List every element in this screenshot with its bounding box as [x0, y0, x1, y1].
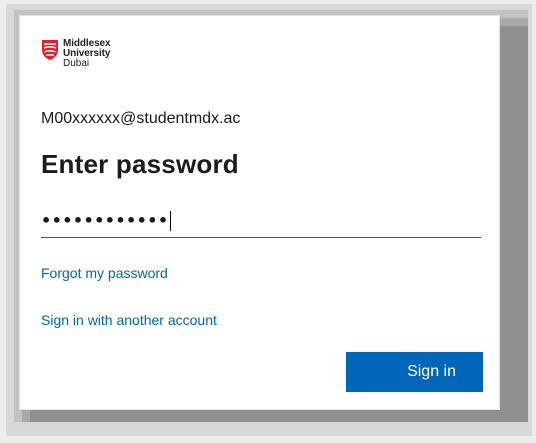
crest-icon	[42, 40, 58, 60]
text-caret	[169, 210, 171, 231]
password-input[interactable]: ••••••••••••	[41, 204, 481, 238]
password-masked-value: ••••••••••••	[41, 211, 169, 230]
logo-wordmark: Middlesex University Dubai	[63, 39, 111, 69]
logo-line-3: Dubai	[63, 58, 90, 69]
account-email[interactable]: M00xxxxxx@studentmdx.ac	[41, 110, 240, 128]
signin-card: Middlesex University Dubai M00xxxxxx@stu…	[20, 16, 499, 409]
other-account-link[interactable]: Sign in with another account	[41, 312, 217, 328]
page-title: Enter password	[41, 149, 239, 179]
university-logo: Middlesex University Dubai	[41, 39, 111, 69]
sign-in-button[interactable]: Sign in	[346, 352, 483, 392]
forgot-password-link[interactable]: Forgot my password	[41, 265, 168, 281]
